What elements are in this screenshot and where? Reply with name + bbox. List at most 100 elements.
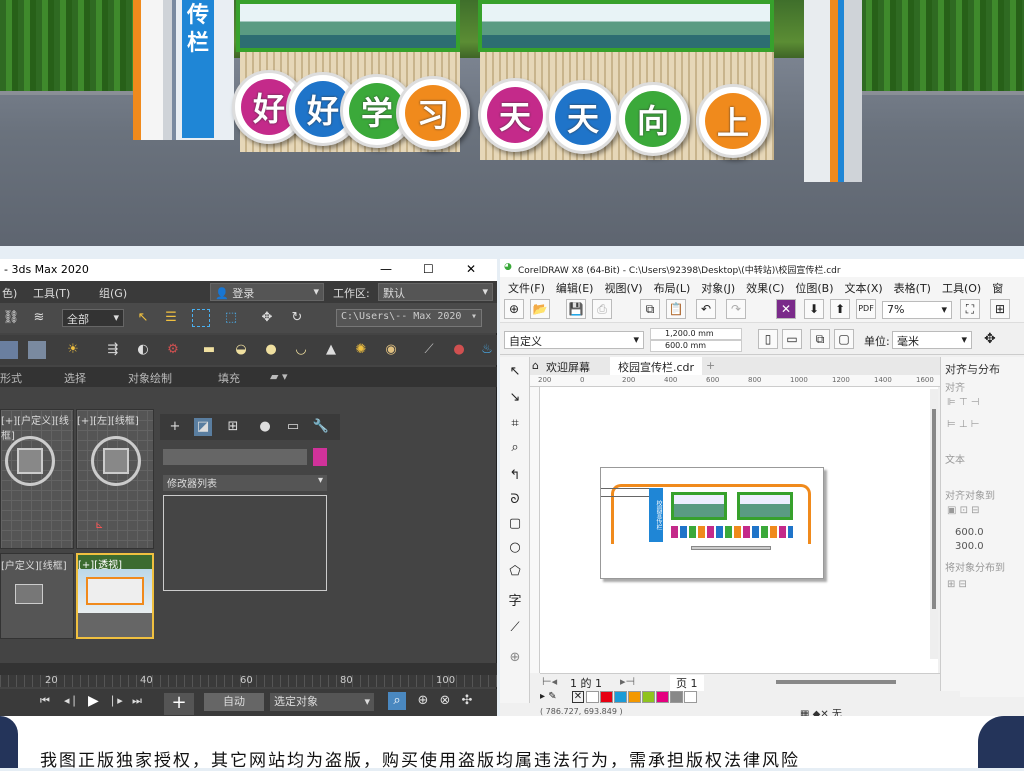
display-tab-icon[interactable]: ▭ (284, 418, 302, 436)
zoom-all-icon[interactable]: ⊕ (414, 692, 432, 710)
modifier-stack[interactable] (163, 495, 327, 591)
tab-populate[interactable]: 填充 (218, 370, 240, 386)
motion-tab-icon[interactable]: ● (256, 418, 274, 436)
palette-swatch[interactable] (670, 691, 683, 703)
window-crossing-icon[interactable]: ⬚ (222, 309, 240, 327)
viewport-perspective[interactable]: [+][透视] (76, 553, 154, 639)
publish-pdf-icon[interactable]: PDF (856, 299, 876, 319)
selection-filter-select[interactable]: 全部 ▾ (62, 309, 124, 327)
menu-tools[interactable]: 工具(T) (33, 285, 70, 301)
orbit-icon[interactable]: ✣ (458, 692, 476, 710)
render-icon[interactable]: ◉ (382, 341, 400, 359)
horizontal-scrollbar[interactable] (776, 680, 896, 684)
utilities-tab-icon[interactable]: 🔧 (312, 418, 330, 436)
object-color-swatch[interactable] (313, 448, 327, 466)
copy-icon[interactable]: ⧉ (640, 299, 660, 319)
current-page-icon[interactable]: ▢ (834, 329, 854, 349)
palette-swatch[interactable] (684, 691, 697, 703)
cdr-menu-item[interactable]: 效果(C) (746, 280, 784, 296)
workspace-select[interactable]: 默认 ▾ (378, 283, 493, 301)
tab-selection[interactable]: 选择 (64, 370, 86, 386)
teapot-icon[interactable]: ◡ (292, 341, 310, 359)
page-width-input[interactable]: 1,200.0 mm (650, 328, 742, 340)
select-object-icon[interactable]: ↖ (134, 309, 152, 327)
pick-tool-icon[interactable]: ↖ (506, 363, 524, 381)
key-filter-select[interactable]: 选定对象 ▾ (270, 693, 374, 711)
layer-explorer-icon[interactable] (28, 341, 46, 359)
zoom-tool-icon[interactable]: ⌕ (506, 439, 524, 457)
project-path-select[interactable]: C:\Users\-- Max 2020 ▾ (336, 309, 482, 327)
import-icon[interactable]: ⬇ (804, 299, 824, 319)
line-tool-icon[interactable]: ⟋ (506, 619, 524, 637)
cdr-menu-item[interactable]: 编辑(E) (556, 280, 594, 296)
box-primitive-icon[interactable]: ▬ (200, 341, 218, 359)
create-tab-icon[interactable]: + (166, 418, 184, 436)
align-y-field[interactable]: 300.0 (955, 541, 984, 552)
align-left-icon[interactable]: ⊫ ⊤ ⊣ (947, 397, 980, 408)
units-select[interactable]: 毫米 ▾ (892, 331, 972, 349)
zoom-level-select[interactable]: 7% ▾ (882, 301, 952, 319)
rectangle-tool-icon[interactable]: ▢ (506, 515, 524, 533)
cdr-menu-item[interactable]: 工具(O) (942, 280, 981, 296)
dome-primitive-icon[interactable]: ◒ (232, 341, 250, 359)
menu-group[interactable]: 组(G) (99, 285, 127, 301)
palette-swatch[interactable] (600, 691, 613, 703)
timeline-track[interactable]: 20 40 60 80 100 (0, 675, 497, 687)
last-page-icon[interactable]: ▸⊣ (620, 675, 635, 688)
vertical-scrollbar[interactable] (930, 389, 938, 659)
eyedropper-icon[interactable]: ▸ ✎ (540, 691, 557, 702)
align-to-icons[interactable]: ▣ ⊡ ⊟ (947, 505, 980, 516)
cdr-menu-item[interactable]: 视图(V) (604, 280, 642, 296)
capsule-icon[interactable]: ● (450, 341, 468, 359)
tab-object-paint[interactable]: 对象绘制 (128, 370, 172, 386)
time-slider[interactable] (0, 663, 497, 675)
grid-tool-icon[interactable]: ⟋ (420, 341, 438, 359)
corel-connect-icon[interactable]: ✕ (776, 299, 796, 319)
redo-icon[interactable]: ↷ (726, 299, 746, 319)
move-icon[interactable]: ✥ (258, 309, 276, 327)
cone-icon[interactable]: ▲ (322, 341, 340, 359)
no-color-swatch[interactable]: ✕ (572, 691, 584, 703)
modify-tab-icon[interactable]: ◪ (194, 418, 212, 436)
portrait-icon[interactable]: ▯ (758, 329, 778, 349)
crop-tool-icon[interactable]: ⌗ (506, 415, 524, 433)
snap-to-icon[interactable]: ⊞ (990, 299, 1010, 319)
close-button[interactable]: ✕ (466, 262, 476, 276)
new-document-icon[interactable]: ⊕ (504, 299, 524, 319)
tab-form[interactable]: 形式 (0, 370, 22, 386)
rect-selection-icon[interactable] (192, 309, 210, 327)
landscape-icon[interactable]: ▭ (782, 329, 802, 349)
go-to-start-icon[interactable]: ⏮ (40, 694, 50, 708)
palette-swatch[interactable] (656, 691, 669, 703)
light-icon[interactable]: ☀ (64, 341, 82, 359)
menu-color[interactable]: 色) (2, 285, 17, 301)
login-dropdown[interactable]: 👤 登录 ▾ (210, 283, 324, 301)
page-height-input[interactable]: 600.0 mm (650, 340, 742, 352)
polygon-tool-icon[interactable]: ⬠ (506, 563, 524, 581)
cdr-menu-item[interactable]: 文件(F) (508, 280, 545, 296)
cdr-menu-item[interactable]: 窗 (992, 280, 1003, 296)
viewport-top-left[interactable]: [+][户定义][线框] (0, 409, 74, 549)
cdr-menu-item[interactable]: 表格(T) (894, 280, 931, 296)
maximize-button[interactable]: ☐ (423, 262, 434, 276)
rotate-icon[interactable]: ↻ (288, 309, 306, 327)
bind-spacewarp-icon[interactable]: ≋ (30, 309, 48, 327)
minimize-button[interactable]: — (380, 262, 392, 276)
teapot-render-icon[interactable]: ♨ (478, 341, 496, 359)
cdr-menu-item[interactable]: 对象(J) (701, 280, 735, 296)
nudge-icon[interactable]: ✥ (984, 331, 996, 347)
viewport-bottom-left[interactable]: [户定义][线框] (0, 553, 74, 639)
zoom-extents-icon[interactable]: ⊗ (436, 692, 454, 710)
save-icon[interactable]: 💾 (566, 299, 586, 319)
undo-icon[interactable]: ↶ (696, 299, 716, 319)
link-icon[interactable]: ⛓ (2, 309, 20, 327)
material-editor-icon[interactable]: ⚙ (164, 341, 182, 359)
shape-tool-icon[interactable]: ↘ (506, 389, 524, 407)
text-tool-icon[interactable]: 字 (506, 593, 524, 611)
cdr-menu-item[interactable]: 位图(B) (795, 280, 833, 296)
palette-swatch[interactable] (586, 691, 599, 703)
cdr-drawing-canvas[interactable]: 校园宣传栏 (540, 387, 938, 673)
cdr-menu-item[interactable]: 文本(X) (845, 280, 883, 296)
first-page-icon[interactable]: ⊢◂ (542, 675, 557, 688)
zoom-icon[interactable]: ⌕ (388, 692, 406, 710)
